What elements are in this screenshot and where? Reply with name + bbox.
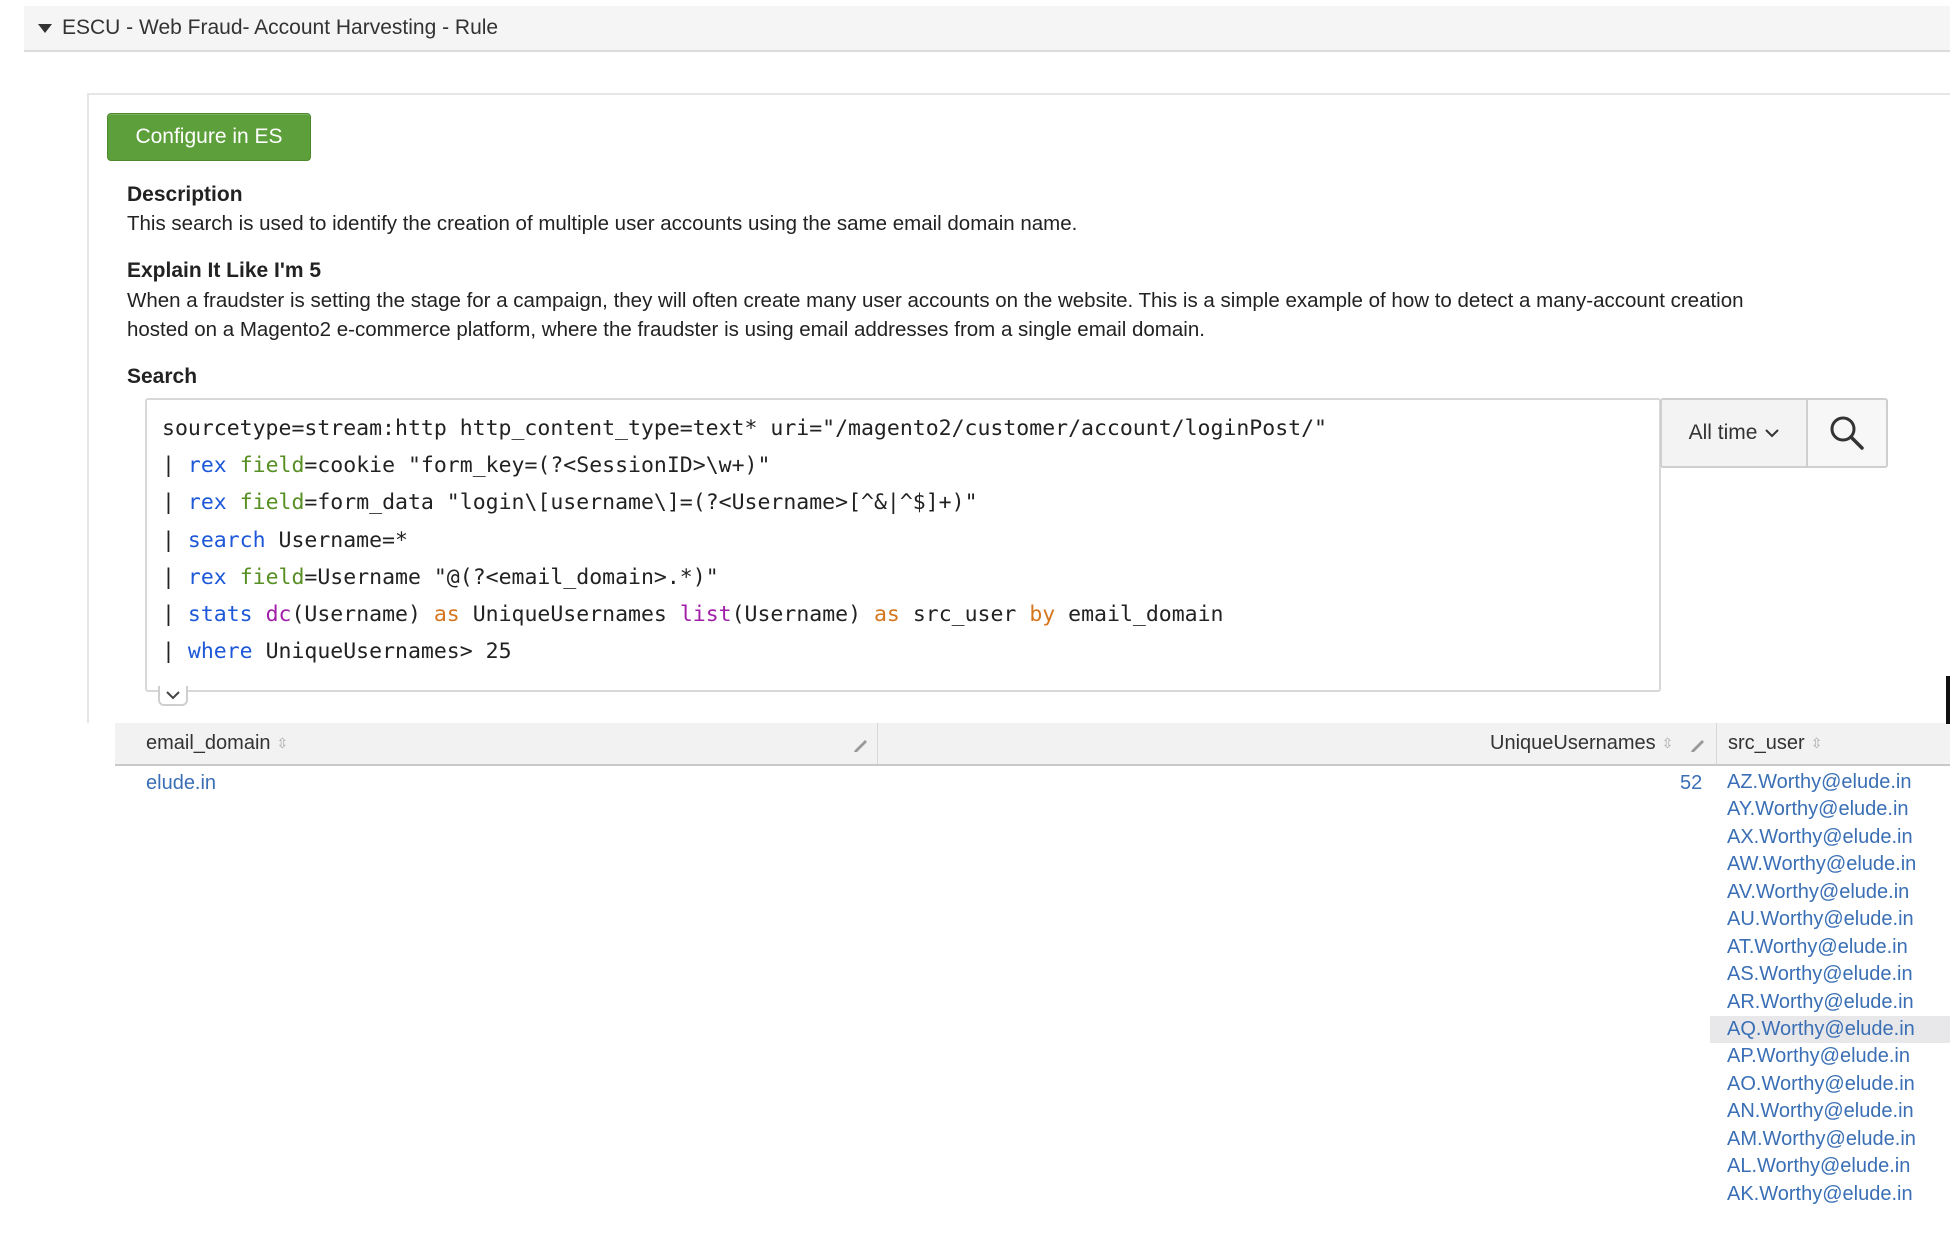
column-header-unique-usernames[interactable]: UniqueUsernames ⇳ (1490, 723, 1673, 764)
search-token: | (162, 601, 188, 627)
panel-header[interactable]: ESCU - Web Fraud- Account Harvesting - R… (24, 6, 1950, 52)
search-keyword: rex (187, 453, 227, 479)
search-token (227, 565, 240, 590)
src-user-item[interactable]: AW.Worthy@elude.in (1710, 851, 1950, 878)
search-token: | (162, 527, 188, 553)
search-button[interactable] (1806, 398, 1888, 468)
search-token: =form_data "login\[username\]=(?<Usernam… (304, 490, 978, 516)
search-token: | (162, 564, 188, 590)
search-token: UniqueUsernames> 25 (252, 639, 512, 665)
column-header-email-domain[interactable]: email_domain ⇳ (146, 723, 288, 764)
src-user-item[interactable]: AL.Worthy@elude.in (1710, 1153, 1950, 1180)
time-range-picker[interactable]: All time (1660, 398, 1808, 468)
search-query-line: | rex field=form_data "login\[username\]… (162, 487, 1327, 524)
cell-email-domain[interactable]: elude.in (146, 772, 216, 795)
search-keyword: as (873, 601, 900, 627)
search-keyword: by (1029, 601, 1056, 627)
description-heading: Description (127, 183, 243, 206)
src-user-item[interactable]: AY.Worthy@elude.in (1710, 796, 1950, 823)
search-query-line: | search Username=* (162, 525, 1327, 562)
search-keyword: rex (187, 490, 227, 516)
search-keyword: list (679, 601, 732, 627)
search-keyword: field (239, 490, 305, 516)
sort-icon: ⇳ (276, 735, 289, 751)
search-token: sourcetype=stream:http http_content_type… (162, 416, 1327, 441)
search-keyword: search (187, 527, 266, 553)
search-token: email_domain (1055, 601, 1224, 627)
chevron-down-icon (1765, 428, 1780, 437)
search-query-line: | stats dc(Username) as UniqueUsernames … (162, 599, 1327, 636)
configure-in-es-button[interactable]: Configure in ES (107, 113, 311, 161)
search-token (227, 490, 240, 515)
src-user-item[interactable]: AZ.Worthy@elude.in (1710, 769, 1950, 796)
search-token: =Username "@(?<email_domain>.*)" (304, 564, 719, 590)
src-user-item[interactable]: AS.Worthy@elude.in (1710, 961, 1950, 988)
search-query-line: | rex field=Username "@(?<email_domain>.… (162, 562, 1327, 599)
search-keyword: stats (187, 601, 253, 627)
search-query-line: | where UniqueUsernames> 25 (162, 636, 1327, 673)
search-token: | (162, 453, 188, 479)
time-range-label: All time (1688, 421, 1758, 444)
eli5-line-2: hosted on a Magento2 e-commerce platform… (127, 318, 1205, 341)
eli5-heading: Explain It Like I'm 5 (127, 259, 322, 282)
sort-icon: ⇳ (1661, 735, 1674, 751)
src-user-item[interactable]: AK.Worthy@elude.in (1710, 1181, 1950, 1208)
src-user-item[interactable]: AM.Worthy@elude.in (1710, 1126, 1950, 1153)
caret-down-icon (38, 23, 52, 33)
search-keyword: field (239, 564, 305, 590)
search-token: (Username) (291, 601, 434, 627)
search-keyword: field (239, 453, 305, 479)
search-keyword: rex (187, 564, 227, 590)
search-token: =cookie "form_key=(?<SessionID>\w+)" (304, 453, 771, 479)
search-token: Username=* (265, 527, 408, 553)
expand-toggle[interactable] (158, 686, 188, 706)
search-keyword: as (433, 601, 460, 627)
search-keyword: dc (265, 601, 292, 627)
src-user-item[interactable]: AN.Worthy@elude.in (1710, 1098, 1950, 1125)
column-divider (1716, 723, 1717, 764)
eli5-text: When a fraudster is setting the stage fo… (127, 286, 1744, 344)
src-user-item[interactable]: AV.Worthy@elude.in (1710, 879, 1950, 906)
column-header-src-user[interactable]: src_user ⇳ (1728, 723, 1822, 764)
results-table-header: email_domain ⇳ UniqueUsernames ⇳ src_use… (115, 723, 1950, 766)
sort-icon: ⇳ (1810, 735, 1823, 751)
search-token (253, 602, 266, 627)
search-heading: Search (127, 365, 198, 388)
column-divider (877, 723, 878, 764)
cell-unique-usernames[interactable]: 52 (1680, 772, 1702, 795)
description-text: This search is used to identify the crea… (127, 212, 1078, 235)
search-keyword: where (187, 639, 253, 665)
src-user-item[interactable]: AP.Worthy@elude.in (1710, 1043, 1950, 1070)
search-token: | (162, 490, 188, 516)
src-user-item[interactable]: AU.Worthy@elude.in (1710, 906, 1950, 933)
src-user-item[interactable]: AR.Worthy@elude.in (1710, 989, 1950, 1016)
src-user-item[interactable]: AT.Worthy@elude.in (1710, 934, 1950, 961)
search-query-code[interactable]: sourcetype=stream:http http_content_type… (162, 413, 1327, 673)
chevron-down-icon (166, 690, 180, 699)
text-cursor-bar (1946, 676, 1950, 724)
search-token: (Username) (731, 601, 874, 627)
search-token: src_user (899, 601, 1030, 627)
src-user-item[interactable]: AO.Worthy@elude.in (1710, 1071, 1950, 1098)
edit-pencil-icon[interactable] (1689, 735, 1707, 753)
edit-pencil-icon[interactable] (852, 735, 870, 753)
eli5-line-1: When a fraudster is setting the stage fo… (127, 289, 1744, 312)
panel-title: ESCU - Web Fraud- Account Harvesting - R… (62, 16, 499, 39)
search-token (227, 453, 240, 478)
search-icon (1830, 416, 1864, 450)
src-user-item[interactable]: AQ.Worthy@elude.in (1710, 1015, 1950, 1044)
search-query-line: sourcetype=stream:http http_content_type… (162, 413, 1327, 450)
cell-src-user-list: AZ.Worthy@elude.in AY.Worthy@elude.in AX.W… (1710, 769, 1950, 1208)
search-token: UniqueUsernames (459, 601, 680, 627)
search-query-line: | rex field=cookie "form_key=(?<SessionI… (162, 450, 1327, 487)
search-token: | (162, 639, 188, 665)
src-user-item[interactable]: AX.Worthy@elude.in (1710, 824, 1950, 851)
